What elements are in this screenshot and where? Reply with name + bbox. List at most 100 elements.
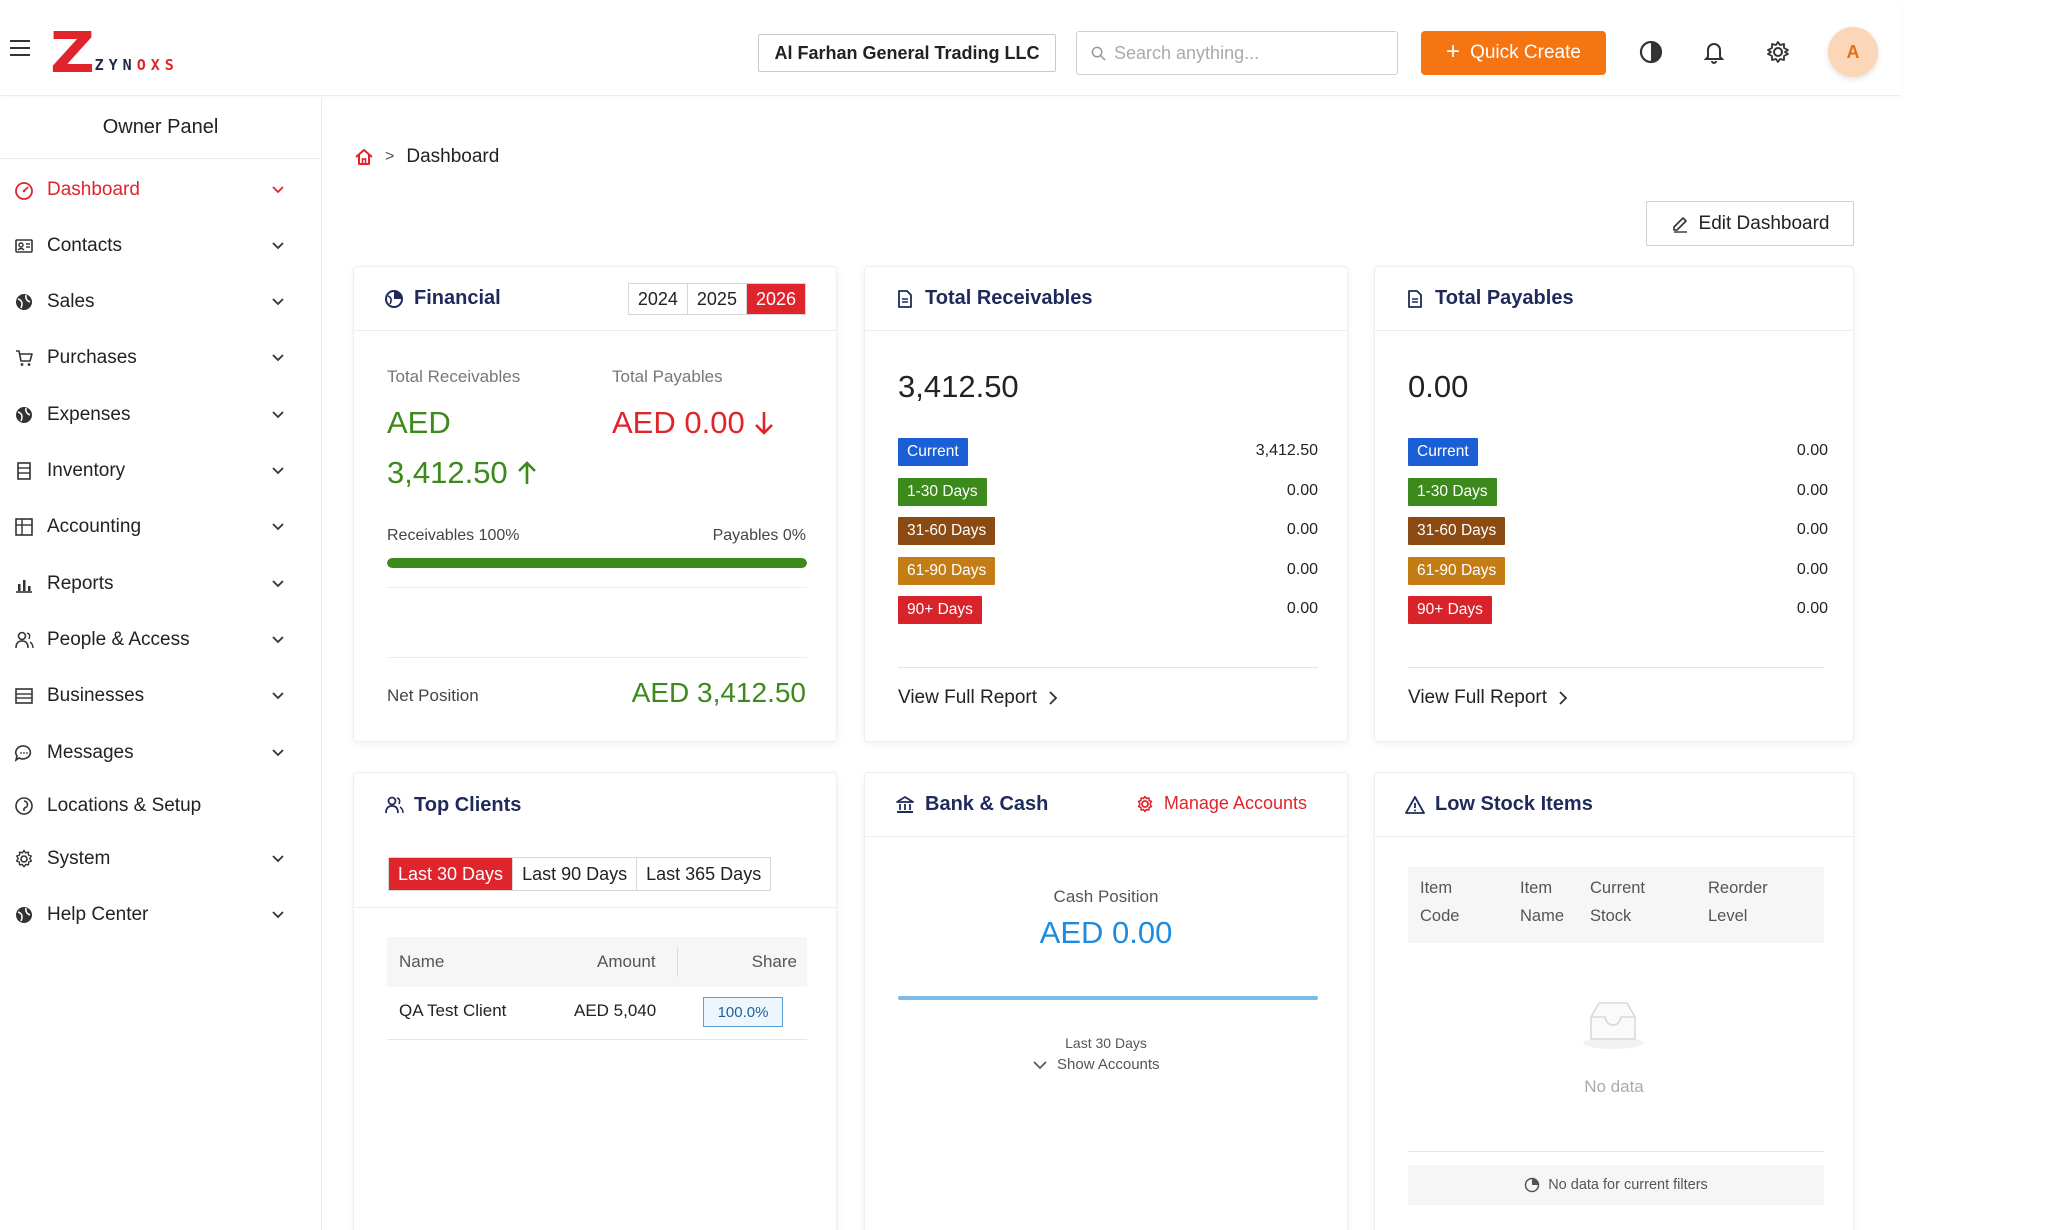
system-gear-icon <box>14 849 34 869</box>
settings-gear-icon[interactable] <box>1764 38 1792 66</box>
theme-toggle-icon[interactable] <box>1637 38 1665 66</box>
cash-position-value: AED 0.00 <box>1039 915 1173 950</box>
cart-icon <box>14 348 34 368</box>
financial-title: Financial <box>414 287 501 309</box>
clients-table-header: Name Amount Share <box>387 937 807 987</box>
sidebar-item-expenses[interactable]: Expenses <box>0 393 322 437</box>
chevron-down-icon[interactable] <box>270 519 286 535</box>
sidebar-item-help-center[interactable]: Help Center <box>0 893 322 937</box>
year-tab-2024[interactable]: 2024 <box>628 284 688 314</box>
chevron-down-icon[interactable] <box>270 294 286 310</box>
breadcrumb: > Dashboard <box>353 146 499 168</box>
sidebar-item-businesses[interactable]: Businesses <box>0 674 322 718</box>
global-search[interactable] <box>1076 31 1398 75</box>
payables-total: 0.00 <box>1408 369 1469 404</box>
chevron-down-icon[interactable] <box>270 907 286 923</box>
bell-icon[interactable] <box>1700 38 1728 66</box>
edit-dashboard-button[interactable]: Edit Dashboard <box>1646 201 1854 246</box>
aging-value: 0.00 <box>1286 560 1318 578</box>
accounting-icon <box>14 517 34 537</box>
menu-toggle-icon[interactable] <box>10 40 30 56</box>
sidebar-item-label: Dashboard <box>47 179 140 200</box>
sidebar-item-locations-setup[interactable]: Locations & Setup <box>0 784 322 828</box>
user-avatar[interactable]: A <box>1828 27 1878 77</box>
home-icon[interactable] <box>353 146 375 168</box>
chevron-down-icon[interactable] <box>270 350 286 366</box>
sidebar-item-label: Reports <box>47 573 114 594</box>
sidebar-item-people-access[interactable]: People & Access <box>0 618 322 662</box>
low-stock-table-header: Item Code Item Name Current Stock Reorder Level <box>1408 867 1824 943</box>
brand-logo[interactable]: Z ZYNOXS <box>50 21 179 86</box>
sidebar-item-label: People & Access <box>47 629 190 650</box>
manage-accounts-link[interactable]: Manage Accounts <box>1136 793 1307 814</box>
receivables-pct-label: Receivables 100% <box>387 527 520 544</box>
search-icon <box>1091 46 1106 61</box>
aging-value: 0.00 <box>1796 481 1828 499</box>
payables-view-report-link[interactable]: View Full Report <box>1408 687 1569 709</box>
aging-value: 0.00 <box>1796 442 1828 459</box>
sidebar-item-label: Sales <box>47 291 95 312</box>
sidebar-item-dashboard[interactable]: Dashboard <box>0 168 322 212</box>
cash-period-label: Last 30 Days <box>1065 1035 1147 1051</box>
range-tab-last-30-days[interactable]: Last 30 Days <box>389 858 514 890</box>
aging-badge: 90+ Days <box>1408 596 1492 624</box>
chevron-down-icon[interactable] <box>270 238 286 254</box>
chevron-down-icon[interactable] <box>270 182 286 198</box>
reports-icon <box>14 574 34 594</box>
sidebar-item-messages[interactable]: Messages <box>0 731 322 775</box>
col-name: Name <box>399 952 445 971</box>
year-tabs: 2024 2025 2026 <box>627 283 806 315</box>
logo-text-b: OXS <box>136 56 179 74</box>
sidebar-item-purchases[interactable]: Purchases <box>0 336 322 380</box>
company-selector[interactable]: Al Farhan General Trading LLC <box>758 34 1056 72</box>
range-tab-last-90-days[interactable]: Last 90 Days <box>513 858 638 890</box>
aging-badge: Current <box>898 438 968 466</box>
sidebar-item-accounting[interactable]: Accounting <box>0 505 322 549</box>
aging-value: 0.00 <box>1286 481 1318 499</box>
sidebar-item-reports[interactable]: Reports <box>0 562 322 606</box>
aging-badge: 61-90 Days <box>1408 556 1506 585</box>
sidebar-item-label: Messages <box>47 742 134 763</box>
chevron-down-icon[interactable] <box>270 851 286 867</box>
receivables-view-report-link[interactable]: View Full Report <box>898 687 1059 709</box>
sidebar-item-inventory[interactable]: Inventory <box>0 449 322 493</box>
sidebar-item-system[interactable]: System <box>0 837 322 881</box>
divider <box>1408 1151 1824 1152</box>
bank-cash-card: Bank & Cash Manage Accounts Cash Positio… <box>864 772 1348 1230</box>
divider <box>387 587 807 588</box>
dashboard-icon <box>14 180 34 200</box>
chevron-down-icon[interactable] <box>270 576 286 592</box>
chevron-down-icon[interactable] <box>270 632 286 648</box>
payables-pct-label: Payables 0% <box>712 527 806 544</box>
chevron-down-icon[interactable] <box>270 688 286 704</box>
document-icon <box>1405 289 1425 309</box>
financial-card-header: Financial 2024 2025 2026 <box>354 267 836 331</box>
logo-mark: Z <box>50 21 95 86</box>
range-tab-last-365-days[interactable]: Last 365 Days <box>637 858 771 890</box>
sidebar-item-sales[interactable]: Sales <box>0 280 322 324</box>
financial-card: Financial 2024 2025 2026 Total Receivables… <box>353 266 837 742</box>
chevron-down-icon[interactable] <box>270 463 286 479</box>
chevron-down-icon[interactable] <box>270 407 286 423</box>
search-input[interactable] <box>1114 42 1364 64</box>
chevron-down-icon[interactable] <box>270 745 286 761</box>
cash-trend-line <box>898 996 1318 1000</box>
filter-status-bar: No data for current filters <box>1408 1165 1824 1205</box>
quick-create-button[interactable]: + Quick Create <box>1421 31 1606 75</box>
table-row[interactable]: QA Test Client AED 5,040 100.0% <box>387 987 807 1039</box>
view-report-label: View Full Report <box>898 687 1038 708</box>
plus-icon: + <box>1446 38 1461 65</box>
year-tab-2025[interactable]: 2025 <box>687 284 747 314</box>
fin-receivables-currency: AED <box>387 405 451 440</box>
stock-col-header: Item <box>1420 879 1453 897</box>
sidebar-item-label: System <box>47 848 111 869</box>
show-accounts-toggle[interactable]: Show Accounts <box>1033 1056 1160 1073</box>
show-accounts-label: Show Accounts <box>1057 1056 1160 1073</box>
year-tab-2026[interactable]: 2026 <box>746 284 805 314</box>
sidebar-item-contacts[interactable]: Contacts <box>0 224 322 268</box>
chart-pie-icon <box>384 289 404 309</box>
chevron-down-icon <box>1033 1060 1047 1069</box>
empty-inbox-icon <box>1583 1002 1643 1049</box>
no-data-filters-label: No data for current filters <box>1548 1177 1708 1193</box>
top-clients-header: Top Clients <box>354 773 836 837</box>
